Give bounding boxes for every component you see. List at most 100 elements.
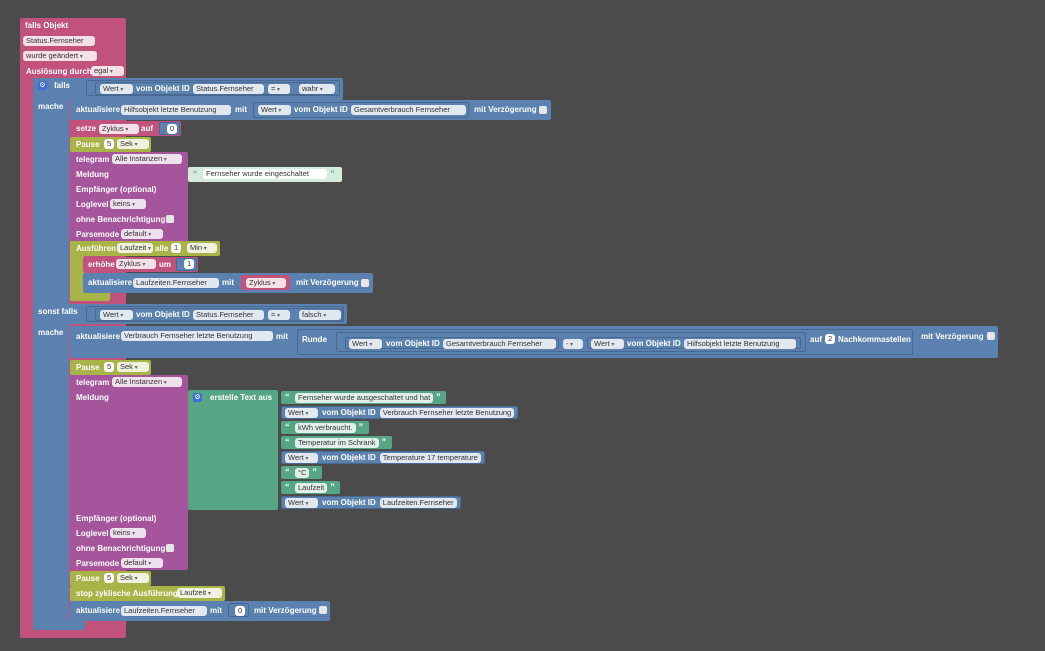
text-value[interactable]: Fernseher wurde ausgeschaltet und hat <box>295 393 434 403</box>
wert-dropdown[interactable]: Wert <box>285 498 318 508</box>
update-label: aktualisiere <box>76 332 121 341</box>
text-value[interactable]: Temperatur im Schrank <box>295 438 379 448</box>
quote-open-icon: “ <box>193 169 198 179</box>
delay-checkbox[interactable] <box>319 606 327 614</box>
pause-value[interactable]: 5 <box>104 362 115 372</box>
delay-checkbox[interactable] <box>361 279 369 287</box>
bool-dropdown[interactable]: falsch <box>299 310 341 320</box>
pause-label: Pause <box>76 140 100 149</box>
interval-block-footer <box>70 292 110 301</box>
auf-label: auf <box>810 335 822 344</box>
pause-value[interactable]: 5 <box>104 139 115 149</box>
no-notification-label: ohne Benachrichtigung <box>76 215 166 224</box>
no-notification-checkbox[interactable] <box>166 544 174 552</box>
vom-objekt-label: vom Objekt ID <box>627 339 681 348</box>
unit-dropdown[interactable]: Sek <box>117 573 149 583</box>
trigger-event-dropdown[interactable]: wurde geändert <box>23 51 97 61</box>
ausfuehren-label: Ausführen <box>76 244 116 253</box>
math-operator-dropdown[interactable]: - <box>563 339 583 349</box>
timer-name-dropdown[interactable]: Laufzeit <box>117 243 153 253</box>
loglevel-label: Loglevel <box>76 200 109 209</box>
increment-value[interactable]: 1 <box>184 259 195 269</box>
quote-close-icon: ” <box>312 467 317 477</box>
wert-dropdown[interactable]: Wert <box>100 84 133 94</box>
mit-label: mit <box>210 606 222 615</box>
delay-label: mit Verzögerung <box>296 278 359 287</box>
update-target-field[interactable]: Hilfsobjekt letzte Benutzung <box>121 105 231 115</box>
if-block[interactable] <box>33 78 69 626</box>
object-id-field[interactable]: Gesamtverbrauch Fernseher <box>351 105 466 115</box>
wert-dropdown[interactable]: Wert <box>258 105 291 115</box>
message-text[interactable]: Fernseher wurde eingeschaltet <box>203 169 327 179</box>
runde-label: Runde <box>302 335 327 344</box>
meldung-label: Meldung <box>76 393 109 402</box>
vom-objekt-label: vom Objekt ID <box>136 310 190 319</box>
variable-dropdown[interactable]: Zyklus <box>246 278 286 288</box>
vom-objekt-label: vom Objekt ID <box>322 408 376 417</box>
create-text-block[interactable] <box>188 390 278 510</box>
no-notification-label: ohne Benachrichtigung <box>76 544 166 553</box>
instance-dropdown[interactable]: Alle Instanzen <box>112 154 182 164</box>
object-id-field[interactable]: Temperature 17 temperature <box>379 453 481 463</box>
interval-unit-dropdown[interactable]: Min <box>187 243 217 253</box>
quote-open-icon: “ <box>285 482 290 492</box>
object-id-field[interactable]: Status.Fernseher <box>193 84 264 94</box>
object-id-field[interactable]: Gesamtverbrauch Fernseher <box>443 339 556 349</box>
wert-dropdown[interactable]: Wert <box>285 408 318 418</box>
quote-close-icon: ” <box>381 437 387 447</box>
loglevel-label: Loglevel <box>76 529 109 538</box>
wert-dropdown[interactable]: Wert <box>349 339 382 349</box>
telegram-block[interactable] <box>70 375 188 570</box>
update-target-field[interactable]: Laufzeiten.Fernseher <box>133 278 219 288</box>
empfaenger-label: Empfänger (optional) <box>76 185 157 194</box>
unit-dropdown[interactable]: Sek <box>117 362 149 372</box>
timer-name-dropdown[interactable]: Laufzeit <box>177 588 222 598</box>
gear-icon[interactable]: ⚙ <box>193 393 202 402</box>
parsemode-label: Parsemode <box>76 559 120 568</box>
text-value[interactable]: °C <box>295 468 310 478</box>
object-id-field[interactable]: Laufzeiten.Fernseher <box>379 498 457 508</box>
text-value[interactable]: kWh verbraucht. <box>295 423 356 433</box>
delay-checkbox[interactable] <box>539 106 547 114</box>
no-notification-checkbox[interactable] <box>166 215 174 223</box>
interval-value[interactable]: 1 <box>171 243 182 253</box>
loglevel-dropdown[interactable]: keins <box>110 199 146 209</box>
parsemode-dropdown[interactable]: default <box>121 229 163 239</box>
update-target-field[interactable]: Laufzeiten.Fernseher <box>121 606 207 616</box>
unit-dropdown[interactable]: Sek <box>117 139 149 149</box>
operator-dropdown[interactable]: = <box>268 310 290 320</box>
wert-dropdown[interactable]: Wert <box>591 339 624 349</box>
bool-dropdown[interactable]: wahr <box>299 84 335 94</box>
set-value[interactable]: 0 <box>167 124 178 134</box>
delay-label: mit Verzögerung <box>474 105 537 114</box>
object-id-field[interactable]: Status.Fernseher <box>193 310 264 320</box>
falls-label: falls <box>54 81 71 90</box>
wert-dropdown[interactable]: Wert <box>285 453 318 463</box>
variable-dropdown[interactable]: Zyklus <box>116 259 156 269</box>
variable-dropdown[interactable]: Zyklus <box>99 124 139 134</box>
operator-dropdown[interactable]: = <box>268 84 290 94</box>
delay-checkbox[interactable] <box>987 332 995 340</box>
text-value[interactable]: Laufzeit <box>295 483 328 493</box>
parsemode-dropdown[interactable]: default <box>121 558 163 568</box>
trigger-object-field[interactable]: Status.Fernseher <box>23 36 95 46</box>
decimals-value[interactable]: 2 <box>825 334 836 344</box>
telegram-label: telegram <box>76 155 110 164</box>
update-value[interactable]: 0 <box>235 606 246 616</box>
quote-close-icon: ” <box>330 169 335 179</box>
update-target-field[interactable]: Verbrauch Fernseher letzte Benutzung <box>121 331 273 341</box>
pause-value[interactable]: 5 <box>104 573 115 583</box>
sonst-falls-label: sonst falls <box>38 307 78 316</box>
create-text-label: erstelle Text aus <box>210 393 273 402</box>
instance-dropdown[interactable]: Alle Instanzen <box>112 377 182 387</box>
gear-icon[interactable]: ⚙ <box>38 81 47 90</box>
object-id-field[interactable]: Hilfsobjekt letzte Benutzung <box>684 339 796 349</box>
loglevel-dropdown[interactable]: keins <box>110 528 146 538</box>
delay-label: mit Verzögerung <box>921 332 984 341</box>
empfaenger-label: Empfänger (optional) <box>76 514 157 523</box>
if-block-footer <box>33 620 85 630</box>
trigger-cause-dropdown[interactable]: egal <box>91 66 124 76</box>
object-id-field[interactable]: Verbrauch Fernseher letzte Benutzung <box>379 408 515 418</box>
wert-dropdown[interactable]: Wert <box>100 310 133 320</box>
trigger-cause-label: Auslösung durch <box>26 67 92 76</box>
